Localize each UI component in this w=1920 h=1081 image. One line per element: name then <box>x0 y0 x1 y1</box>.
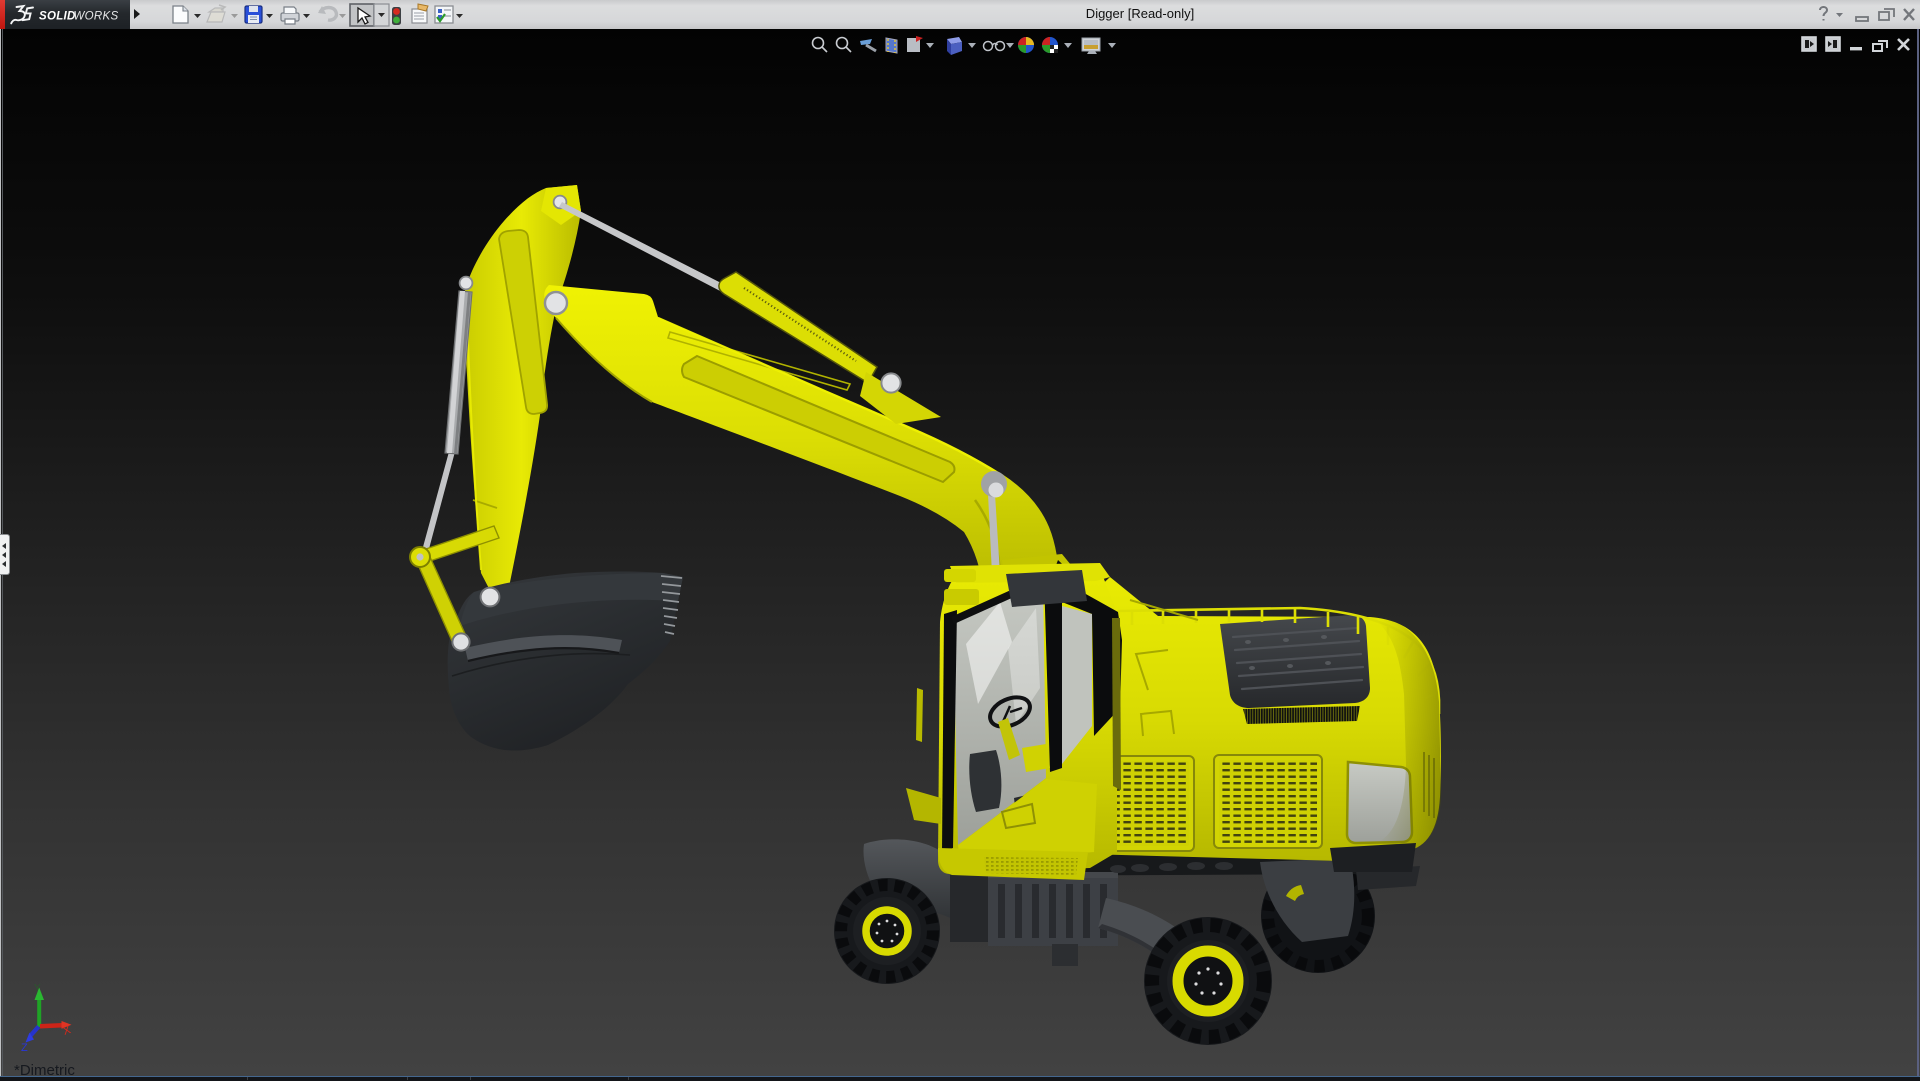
svg-text:X: X <box>62 1024 73 1038</box>
svg-text:Z: Z <box>21 1042 28 1054</box>
svg-text:Y: Y <box>34 983 41 994</box>
svg-text:WORKS: WORKS <box>74 11 119 23</box>
svg-text:SOLID: SOLID <box>39 11 76 23</box>
